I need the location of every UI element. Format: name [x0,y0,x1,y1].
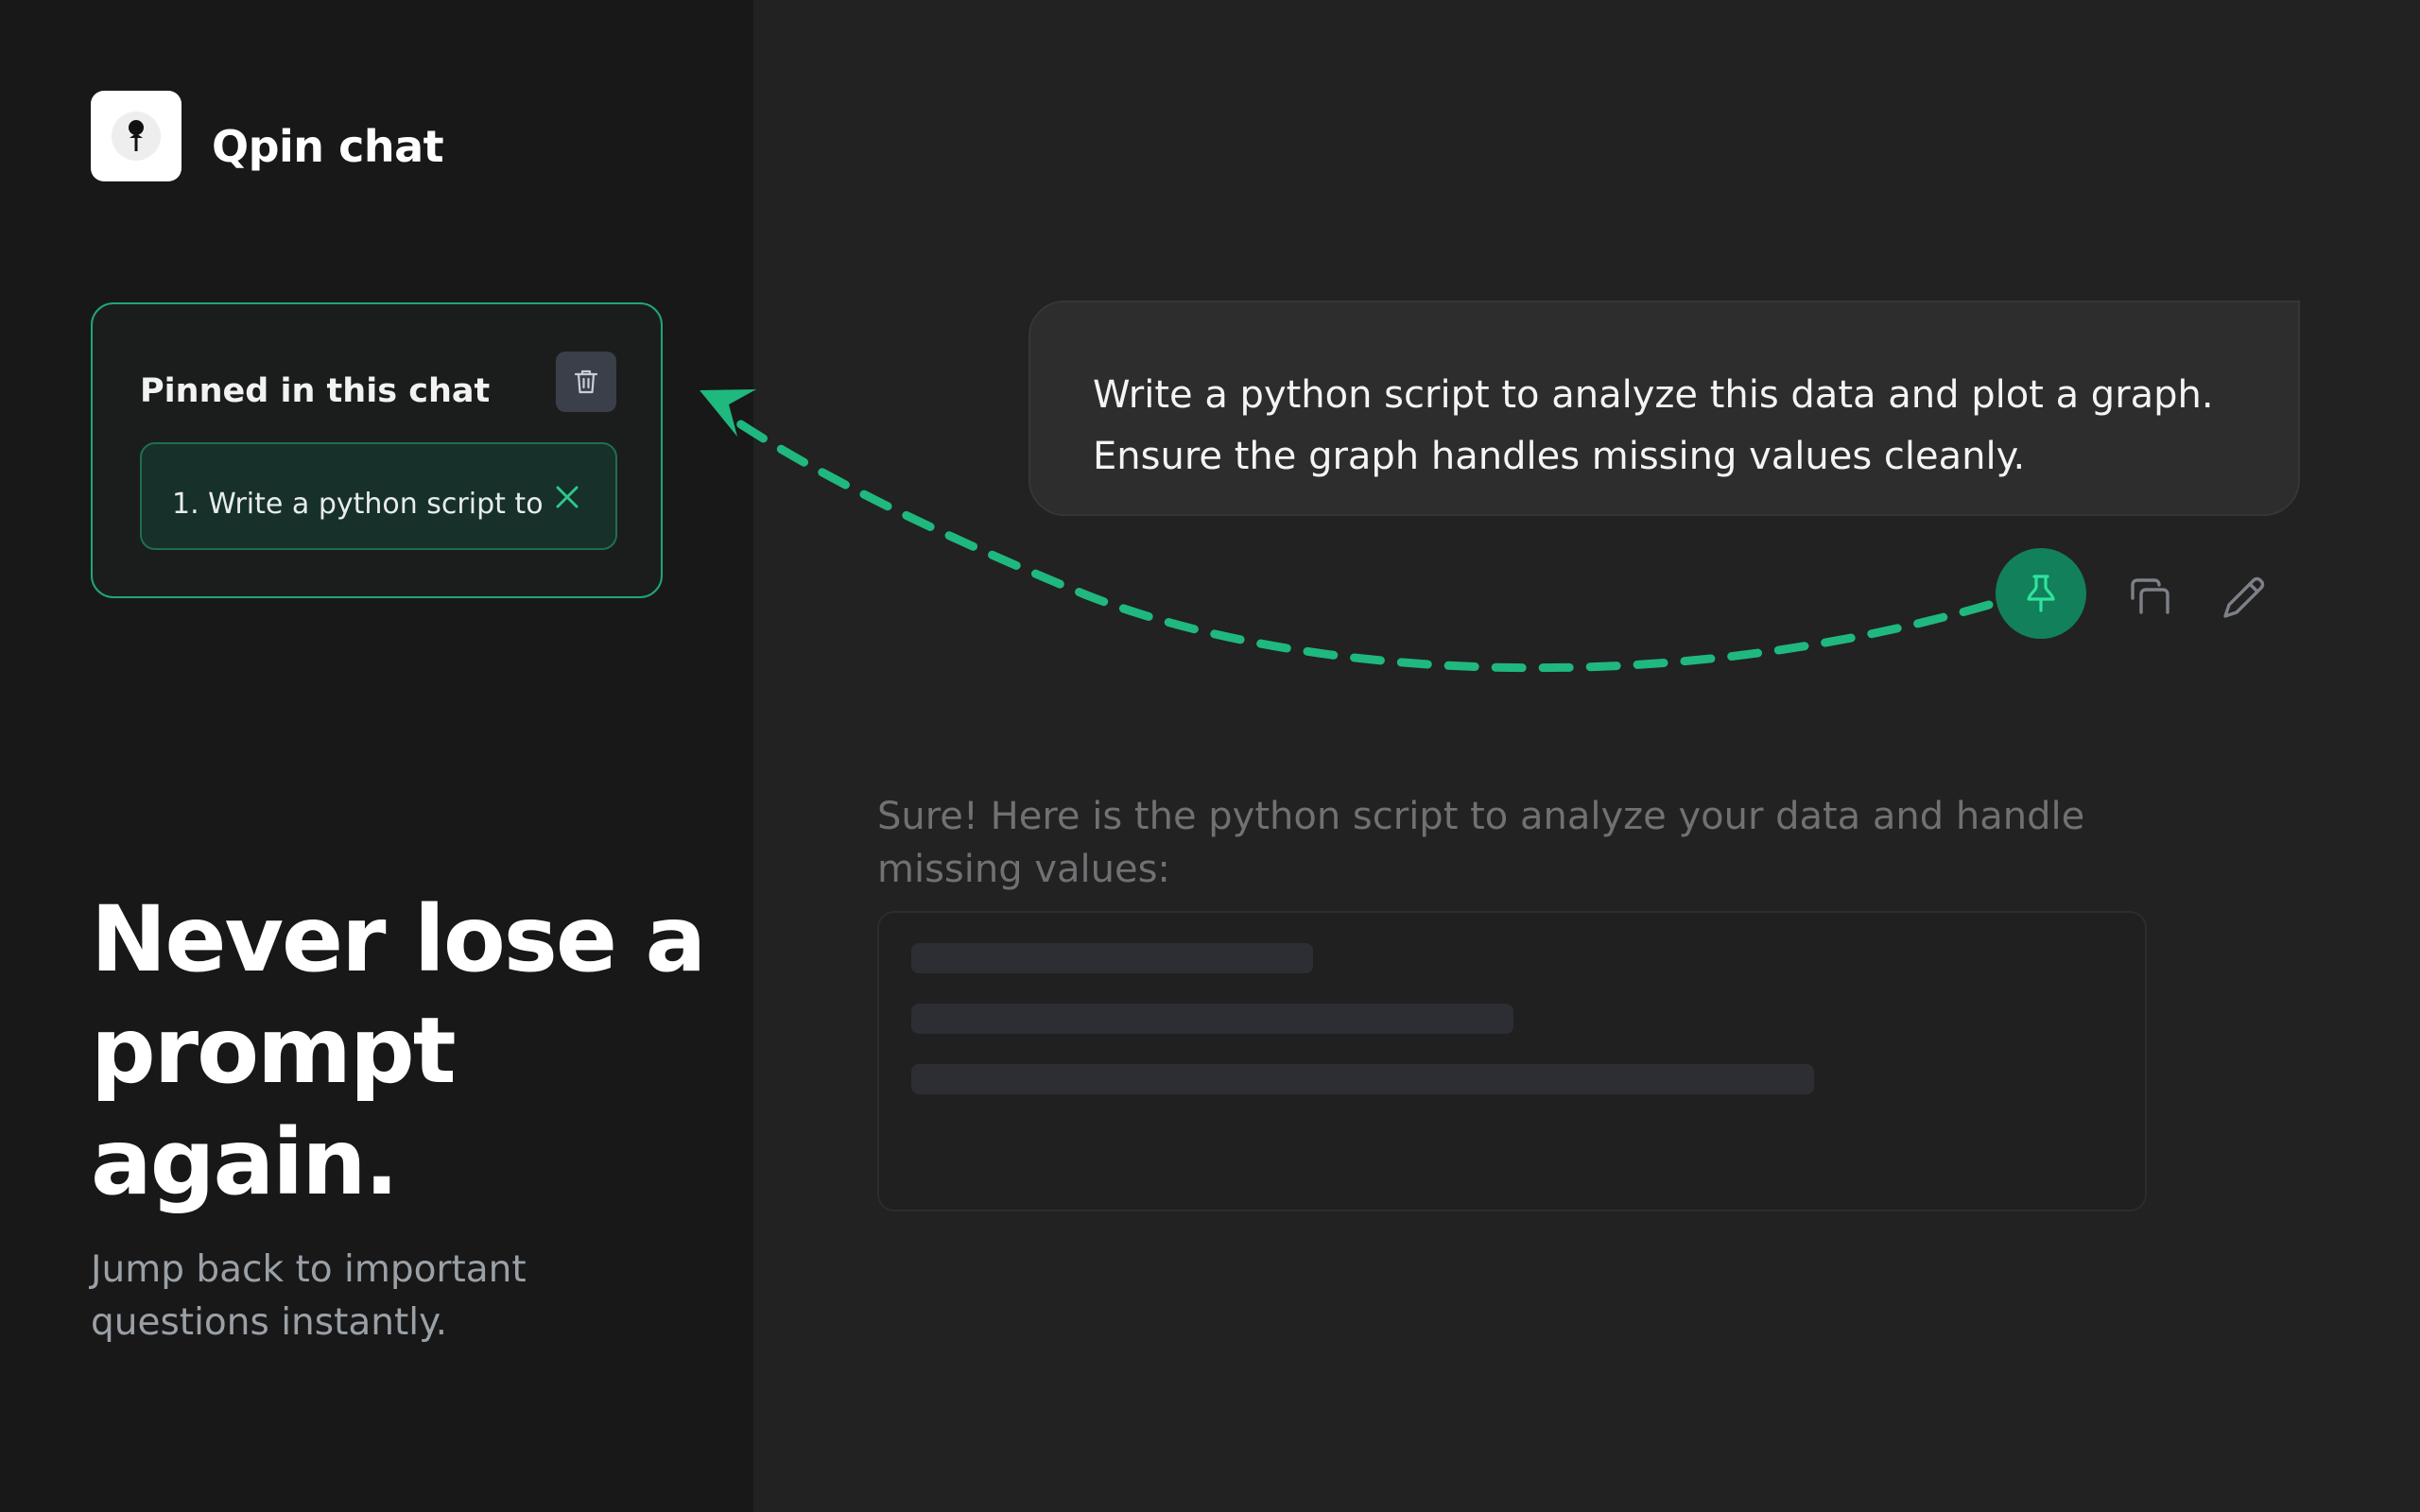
panel-divider [753,0,755,1512]
clear-pins-button[interactable] [556,352,616,412]
skeleton-line [911,1004,1513,1034]
code-block-placeholder [877,911,2147,1211]
user-message-text: Write a python script to analyze this da… [1093,373,2214,478]
unpin-button[interactable] [548,478,586,516]
pinned-panel: Pinned in this chat 1. Write a python sc… [91,302,663,598]
brand-name: Qpin chat [212,121,444,172]
hero-headline: Never lose a prompt again. [91,886,706,1215]
app-logo [91,91,182,181]
skeleton-line [911,943,1313,973]
pinned-panel-title: Pinned in this chat [140,372,491,410]
close-icon [556,486,579,508]
trash-icon [574,369,598,394]
pencil-icon [2223,576,2265,618]
copy-icon [2131,578,2169,614]
hero-subline: Jump back to important questions instant… [91,1248,527,1344]
pinned-item-label: 1. Write a python script to analyze this… [172,488,550,521]
left-panel: Qpin chat Pinned in this chat 1. Write a… [0,0,753,1512]
user-message-bubble: Write a python script to analyze this da… [1028,301,2300,516]
pin-icon [2027,575,2055,612]
pin-logo-icon [112,112,161,161]
pinned-item[interactable]: 1. Write a python script to analyze this… [140,442,617,550]
assistant-reply-text: Sure! Here is the python script to analy… [877,795,2085,891]
edit-message-button[interactable] [2220,575,2267,622]
app-window: Qpin chat Pinned in this chat 1. Write a… [0,0,2420,1512]
skeleton-line [911,1064,1814,1094]
copy-message-button[interactable] [2129,575,2172,618]
pin-message-button[interactable] [1996,548,2086,639]
